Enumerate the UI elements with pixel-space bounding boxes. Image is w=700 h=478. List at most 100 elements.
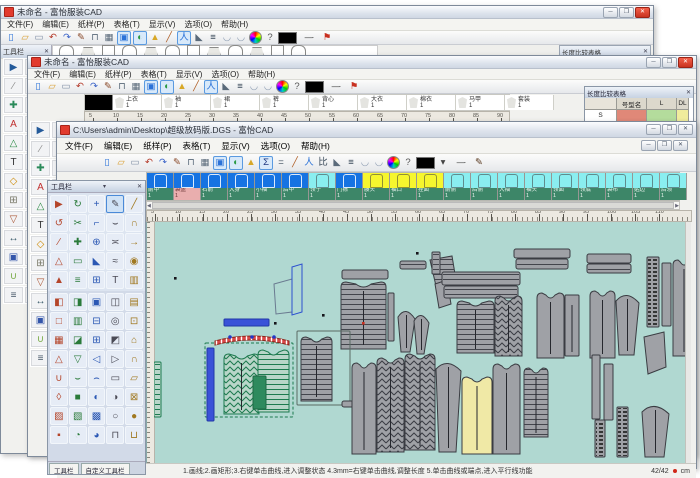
menu-item[interactable]: 纸样(P) (105, 69, 132, 80)
toolbar-undo-icon[interactable]: ↶ (47, 32, 59, 44)
palette-tab[interactable]: 自定义工具栏 (81, 463, 130, 474)
tool-icon[interactable]: ◎ (106, 312, 124, 330)
pattern-type-cell[interactable]: 棉衣1 (407, 95, 456, 110)
menu-item[interactable]: 纸样(P) (78, 19, 105, 30)
menu-item[interactable]: 帮助(H) (221, 19, 248, 30)
panel-close-icon[interactable]: ✕ (686, 89, 691, 96)
tool-icon[interactable]: ■ (69, 388, 87, 406)
pattern-cell[interactable]: 领底1 (579, 173, 606, 200)
palette-tab[interactable]: 工具栏 (49, 463, 79, 474)
toolbar-color-triangle-icon[interactable]: ▲ (245, 157, 257, 169)
toolbar-brush-icon[interactable]: ╱ (289, 157, 301, 169)
tool-icon[interactable]: ↻ (69, 195, 87, 213)
pattern-cell[interactable]: 袋盖1 (174, 173, 201, 200)
tool-icon[interactable]: ∪ (3, 267, 24, 285)
palette-close-icon[interactable]: ✕ (44, 48, 49, 55)
toolbar-flag-icon[interactable]: ⚑ (348, 81, 360, 93)
toolbar-stand-icon[interactable]: ⊓ (116, 81, 128, 93)
pattern-bar-scrollbar[interactable]: ◀ ▶ (146, 201, 680, 210)
mdi-restore[interactable]: ❐ (657, 140, 672, 151)
menu-bar[interactable]: 文件(F)编辑(E)纸样(P)表格(T)显示(V)选项(O)帮助(H) (28, 69, 696, 80)
tool-icon[interactable]: ◔ (69, 426, 87, 444)
menu-bar[interactable]: 文件(F)编辑(E)纸样(P)表格(T)显示(V)选项(O)帮助(H) (1, 19, 653, 31)
pattern-cell[interactable]: 领面1 (552, 173, 579, 200)
tool-icon[interactable]: ▥ (125, 271, 143, 289)
toolbar-ramp-icon[interactable]: ◣ (331, 157, 343, 169)
main-toolbar[interactable]: ▯▱▭↶↷✎⊓▦▣◐▲╱人◣≡◡◡?—·⚑ (1, 31, 653, 45)
pattern-cell[interactable]: 挂面1 (417, 173, 444, 200)
pattern-cell[interactable]: 腰头1 (363, 173, 390, 200)
tool-icon[interactable]: ⊠ (125, 388, 143, 406)
menu-item[interactable]: 表格(T) (183, 140, 211, 152)
tool-icon[interactable]: ▭ (106, 369, 124, 387)
pattern-cell[interactable]: 袋布1 (606, 173, 633, 200)
tool-icon[interactable]: ≡ (69, 271, 87, 289)
toolbar-cup-left-icon[interactable]: ◡ (221, 32, 233, 44)
toolbar-cup-left-icon[interactable]: ◡ (359, 157, 371, 169)
toolbar-cup-left-icon[interactable]: ◡ (248, 81, 260, 93)
tool-icon[interactable]: + (88, 195, 106, 213)
size-table[interactable]: 号型名LDLS (585, 98, 693, 122)
tool-icon[interactable]: ▧ (69, 407, 87, 425)
tool-icon[interactable]: ▩ (88, 407, 106, 425)
tool-icon[interactable]: □ (50, 312, 68, 330)
pattern-type-cell[interactable]: 袖1 (162, 95, 211, 110)
toolbar-ramp-icon[interactable]: ◣ (193, 32, 205, 44)
tool-icon[interactable]: ▶ (50, 195, 68, 213)
toolbar-color-triangle-icon[interactable]: ▲ (149, 32, 161, 44)
tool-icon[interactable]: ∕ (3, 77, 24, 95)
maximize-button[interactable]: ❐ (662, 57, 677, 68)
tool-icon[interactable]: ✚ (69, 233, 87, 251)
tool-icon[interactable]: ⊓ (106, 426, 124, 444)
tool-grid-pattern[interactable]: ◧◨▣◫▤□▥⊟◎⊡▦◪⊞◩⌂△▽◁▷∩∪⌣⌢▭▱◊■◐◑⊠▨▧▩○●▪◔◕⊓⊔ (48, 291, 145, 461)
pattern-cell[interactable]: 后领1 (660, 173, 687, 200)
toolbar-table-icon[interactable]: ▦ (130, 81, 142, 93)
tool-icon[interactable]: ◁ (88, 350, 106, 368)
pattern-type-cell[interactable]: 裤1 (260, 95, 309, 110)
pattern-type-cell[interactable]: 上衣1 (113, 95, 162, 110)
toolbar-new-doc-icon[interactable]: ▯ (5, 32, 17, 44)
tool-icon[interactable]: ↔ (3, 229, 24, 247)
menu-item[interactable]: 文件(F) (7, 19, 33, 30)
pattern-type-cell[interactable]: 背心1 (309, 95, 358, 110)
tool-icon[interactable]: ⊞ (88, 331, 106, 349)
toolbar-line-style-icon[interactable]: —· (299, 32, 319, 44)
toolbar-line-style-icon[interactable]: —· (326, 81, 346, 93)
tool-icon[interactable]: △ (3, 134, 24, 152)
tool-icon[interactable]: ▶ (30, 121, 51, 139)
toolbar-color-swatch-icon[interactable] (278, 32, 297, 44)
pattern-cell[interactable]: 小袖1 (255, 173, 282, 200)
toolbar-figure-icon[interactable]: 人 (204, 80, 218, 94)
tool-icon[interactable]: ≈ (106, 252, 124, 270)
toolbar-save-icon[interactable]: ▭ (33, 32, 45, 44)
toolbar-help-icon[interactable]: ? (291, 81, 303, 93)
toolbar-color-swatch-icon[interactable] (305, 81, 324, 93)
pattern-cell[interactable]: 领子1 (309, 173, 336, 200)
close-button[interactable]: ✕ (678, 57, 693, 68)
tool-icon[interactable]: ⊞ (3, 191, 24, 209)
menu-item[interactable]: 纸样(P) (143, 140, 171, 152)
toolbar-new-doc-icon[interactable]: ▯ (32, 81, 44, 93)
close-button[interactable]: ✕ (635, 7, 650, 18)
toolbar-open-folder-icon[interactable]: ▱ (115, 157, 127, 169)
canvas-scrollbar[interactable] (685, 222, 691, 463)
pattern-type-cell[interactable]: 大衣1 (358, 95, 407, 110)
main-toolbar[interactable]: ▯▱▭↶↷✎⊓▦▣◐▲Σ=╱人比◣≡◡◡?▾—·✎ (57, 154, 696, 172)
menu-item[interactable]: 显示(V) (176, 69, 203, 80)
toolbar-pen-icon[interactable]: ✎ (102, 81, 114, 93)
tool-icon[interactable]: ↺ (50, 214, 68, 232)
tool-icon[interactable]: ∩ (125, 350, 143, 368)
toolbar-undo-icon[interactable]: ↶ (143, 157, 155, 169)
tool-icon[interactable]: ◊ (50, 388, 68, 406)
toolbar-line-style-icon[interactable]: —· (451, 157, 471, 169)
tool-icon[interactable]: ● (125, 407, 143, 425)
tool-icon[interactable]: ⊡ (125, 312, 143, 330)
toolbar-new-doc-icon[interactable]: ▯ (101, 157, 113, 169)
tool-icon[interactable]: ▽ (69, 350, 87, 368)
palette-title[interactable]: 工具栏▾✕ (48, 181, 145, 193)
toolbar-cup-right-icon[interactable]: ◡ (262, 81, 274, 93)
palette-close-icon[interactable]: ✕ (137, 183, 142, 190)
maximize-button[interactable]: ❐ (662, 124, 677, 135)
toolbar-ratio-icon[interactable]: 比 (317, 157, 329, 169)
pattern-cell[interactable]: 袖口1 (390, 173, 417, 200)
